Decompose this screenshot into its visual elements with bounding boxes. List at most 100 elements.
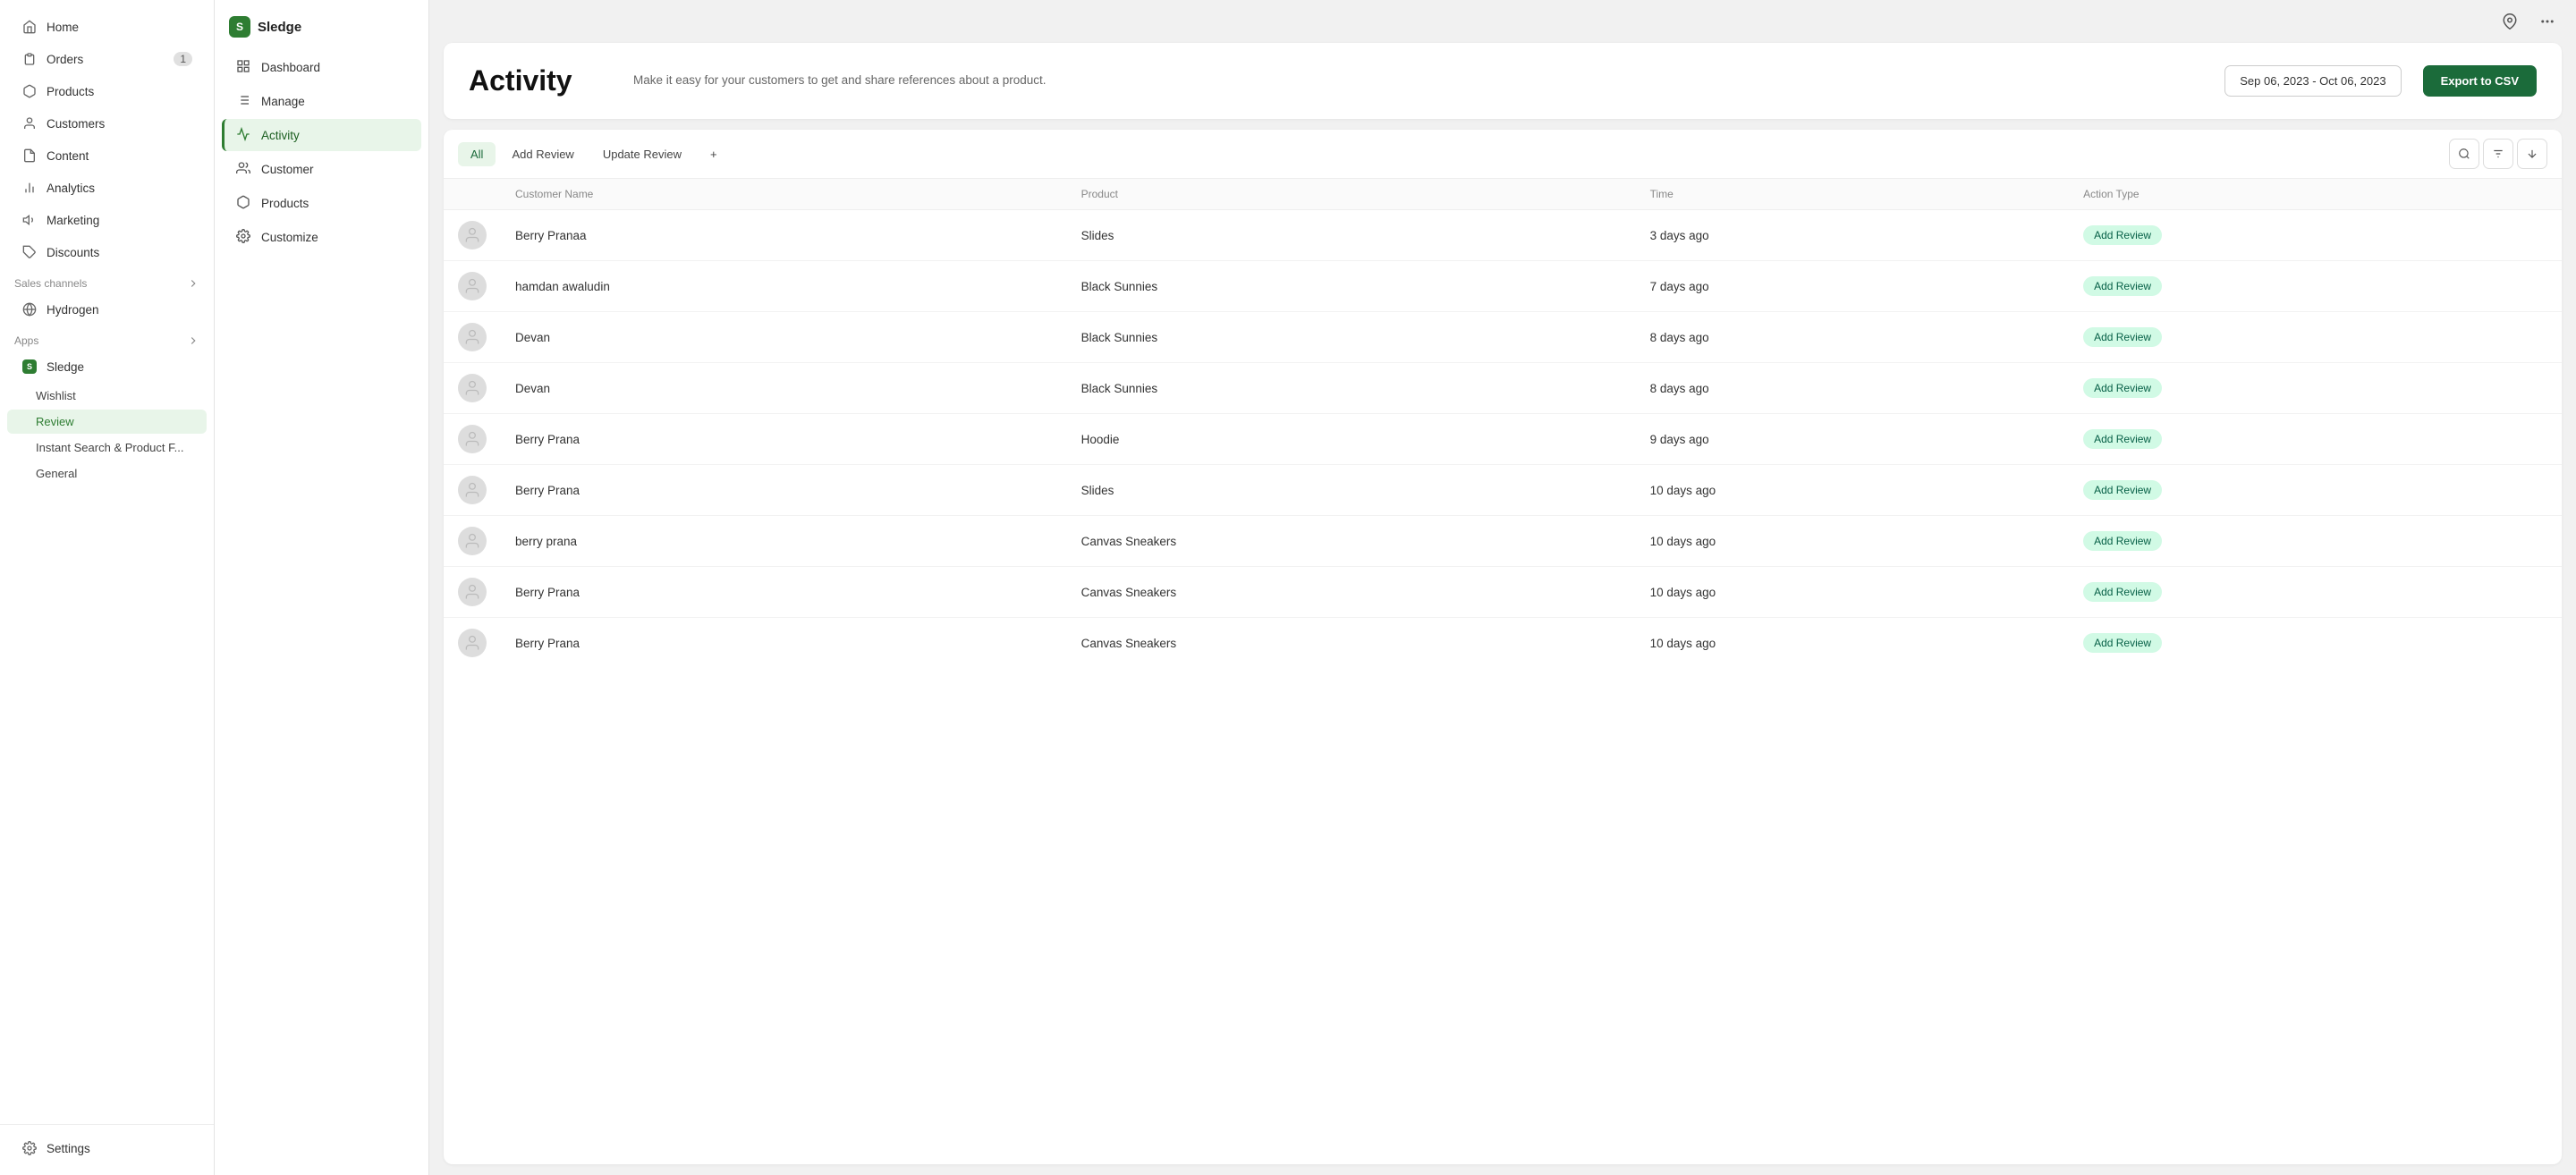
sidebar-item-orders[interactable]: Orders 1 [7,44,207,74]
col-time: Time [1636,179,2070,210]
search-filter-button[interactable] [2449,139,2479,169]
action-badge[interactable]: Add Review [2083,429,2162,449]
sidebar-item-hydrogen[interactable]: Hydrogen [7,294,207,325]
sidebar-label-marketing: Marketing [47,214,99,227]
row-customer: Berry Prana [501,567,1067,618]
row-customer: Berry Prana [501,465,1067,516]
filter-tab-add-review[interactable]: Add Review [499,142,586,166]
table-scroll-area: Customer Name Product Time Action Type B… [444,179,2562,1164]
date-range-button[interactable]: Sep 06, 2023 - Oct 06, 2023 [2224,65,2401,97]
settings-icon [21,1140,38,1156]
sidebar-label-content: Content [47,149,89,163]
home-icon [21,19,38,35]
sub-sidebar-label-manage: Manage [261,95,305,108]
export-csv-button[interactable]: Export to CSV [2423,65,2537,97]
sidebar-item-home[interactable]: Home [7,12,207,42]
sidebar-label-general: General [36,467,77,480]
sidebar-item-discounts[interactable]: Discounts [7,237,207,267]
action-badge[interactable]: Add Review [2083,582,2162,602]
table-card: All Add Review Update Review + [444,130,2562,1164]
row-avatar [444,363,501,414]
row-customer: Berry Prana [501,618,1067,669]
row-action: Add Review [2069,261,2562,312]
sidebar-label-products: Products [47,85,94,98]
row-avatar [444,516,501,567]
sales-channels-section: Sales channels [0,268,214,293]
sub-sidebar-label-activity: Activity [261,129,300,142]
row-avatar [444,618,501,669]
sidebar-item-customers[interactable]: Customers [7,108,207,139]
row-product: Black Sunnies [1067,363,1636,414]
page-title: Activity [469,64,612,97]
sidebar-item-analytics[interactable]: Analytics [7,173,207,203]
sub-sidebar: S Sledge Dashboard Manage Activity [215,0,429,1175]
manage-icon [236,93,252,109]
sidebar-label-orders: Orders [47,53,83,66]
row-time: 10 days ago [1636,618,2070,669]
row-time: 7 days ago [1636,261,2070,312]
sub-sidebar-item-products[interactable]: Products [222,187,421,219]
sidebar-item-marketing[interactable]: Marketing [7,205,207,235]
activity-table: Customer Name Product Time Action Type B… [444,179,2562,668]
orders-badge: 1 [174,52,192,66]
row-product: Slides [1067,210,1636,261]
action-badge[interactable]: Add Review [2083,633,2162,653]
row-product: Canvas Sneakers [1067,618,1636,669]
col-avatar [444,179,501,210]
sort-button[interactable] [2517,139,2547,169]
sidebar-item-products[interactable]: Products [7,76,207,106]
action-badge[interactable]: Add Review [2083,378,2162,398]
row-avatar [444,465,501,516]
table-row: Berry Prana Canvas Sneakers 10 days ago … [444,618,2562,669]
sidebar-sub-item-review[interactable]: Review [7,410,207,434]
table-row: Devan Black Sunnies 8 days ago Add Revie… [444,312,2562,363]
sub-sidebar-label-products: Products [261,197,309,210]
customer-icon [236,161,252,177]
sub-sidebar-item-activity[interactable]: Activity [222,119,421,151]
customers-icon [21,115,38,131]
sidebar-sub-item-instant-search[interactable]: Instant Search & Product F... [7,435,207,460]
pin-button[interactable] [2496,7,2524,36]
filter-tab-update-review[interactable]: Update Review [590,142,694,166]
more-button[interactable] [2533,7,2562,36]
sub-sidebar-item-manage[interactable]: Manage [222,85,421,117]
filter-tab-plus[interactable]: + [698,142,730,166]
sledge-logo: S [229,16,250,38]
action-badge[interactable]: Add Review [2083,225,2162,245]
row-customer: Devan [501,312,1067,363]
row-product: Hoodie [1067,414,1636,465]
activity-description: Make it easy for your customers to get a… [633,72,2203,89]
row-product: Canvas Sneakers [1067,567,1636,618]
sub-sidebar-item-customize[interactable]: Customize [222,221,421,253]
table-row: hamdan awaludin Black Sunnies 7 days ago… [444,261,2562,312]
row-action: Add Review [2069,567,2562,618]
action-badge[interactable]: Add Review [2083,276,2162,296]
row-customer: Berry Pranaa [501,210,1067,261]
sidebar-label-discounts: Discounts [47,246,99,259]
action-badge[interactable]: Add Review [2083,480,2162,500]
action-badge[interactable]: Add Review [2083,531,2162,551]
filter-tab-all[interactable]: All [458,142,496,166]
table-row: Berry Pranaa Slides 3 days ago Add Revie… [444,210,2562,261]
sub-sidebar-item-customer[interactable]: Customer [222,153,421,185]
row-product: Black Sunnies [1067,312,1636,363]
sidebar-sub-item-wishlist[interactable]: Wishlist [7,384,207,408]
row-action: Add Review [2069,516,2562,567]
row-product: Slides [1067,465,1636,516]
row-action: Add Review [2069,312,2562,363]
sidebar-sub-item-general[interactable]: General [7,461,207,486]
row-avatar [444,210,501,261]
column-filter-button[interactable] [2483,139,2513,169]
sidebar-item-content[interactable]: Content [7,140,207,171]
row-avatar [444,312,501,363]
products-icon [21,83,38,99]
sidebar-label-hydrogen: Hydrogen [47,303,99,317]
row-action: Add Review [2069,363,2562,414]
action-badge[interactable]: Add Review [2083,327,2162,347]
filter-bar: All Add Review Update Review + [444,130,2562,179]
sidebar-item-settings[interactable]: Settings [7,1133,207,1163]
sub-sidebar-item-dashboard[interactable]: Dashboard [222,51,421,83]
row-time: 10 days ago [1636,516,2070,567]
sidebar-item-sledge[interactable]: S Sledge [7,351,207,382]
row-time: 9 days ago [1636,414,2070,465]
